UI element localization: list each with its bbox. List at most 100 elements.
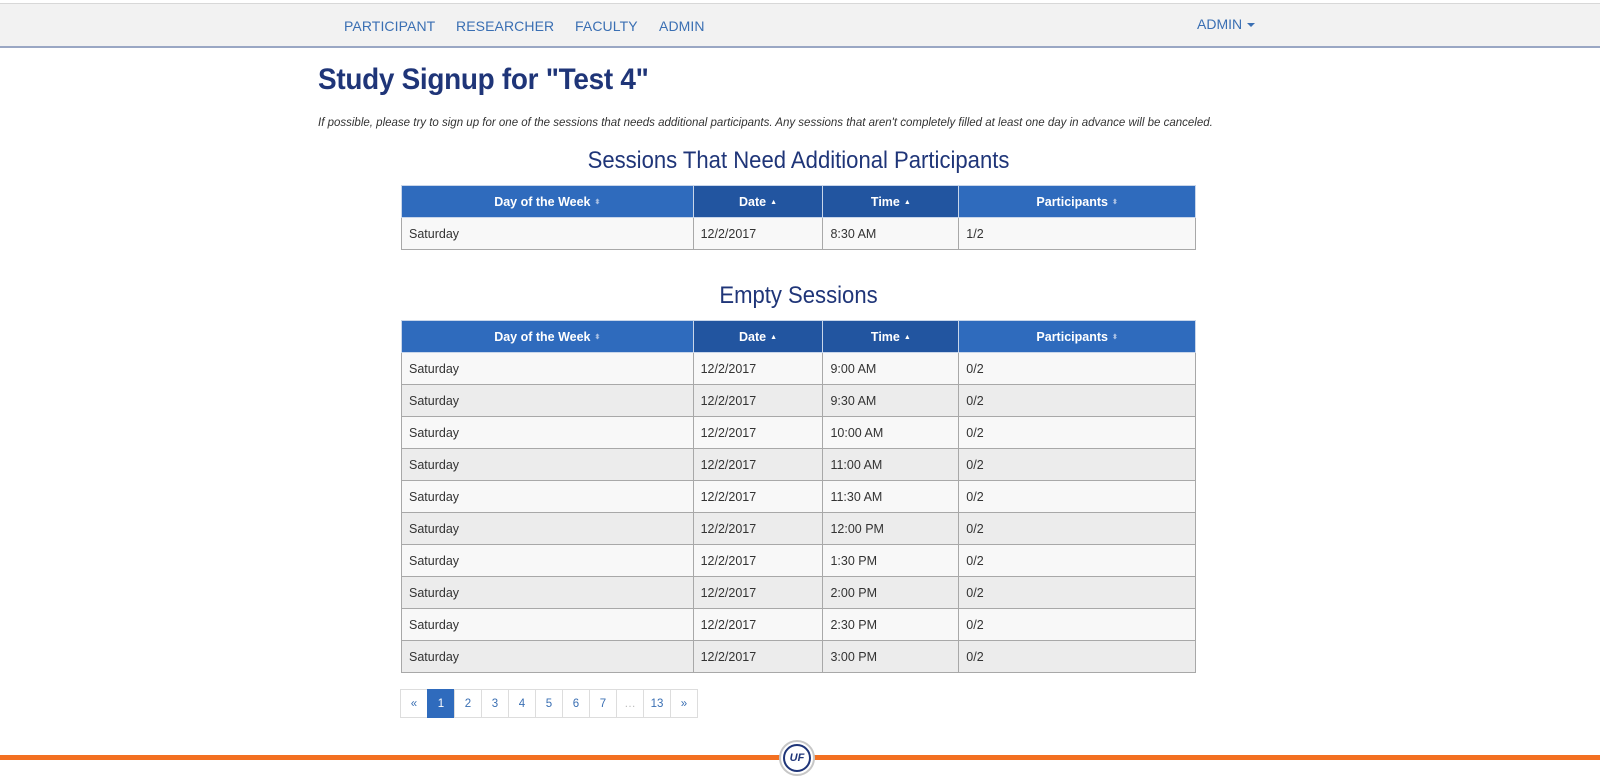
uf-logo: UF — [779, 740, 815, 776]
nav-participant[interactable]: PARTICIPANT — [344, 18, 435, 34]
table-cell: Saturday — [401, 640, 694, 673]
table-cell: Saturday — [401, 217, 694, 250]
table-cell: 0/2 — [958, 640, 1196, 673]
table-cell: 12/2/2017 — [692, 416, 824, 449]
table-cell: 1:30 PM — [822, 544, 960, 577]
user-menu-dropdown[interactable]: ADMIN — [1197, 16, 1256, 32]
table-row[interactable]: Saturday 12/2/2017 3:00 PM 0/2 — [401, 640, 1196, 673]
table-cell: 1/2 — [958, 217, 1196, 250]
empty-sessions-table: Day of the Week ⬍ Date ▲ Time ▲ Participants ⬍ S… — [401, 320, 1196, 673]
table-cell: 12/2/2017 — [692, 576, 824, 609]
table-cell: 12/2/2017 — [692, 640, 824, 673]
table-cell: 12/2/2017 — [692, 448, 824, 481]
table-cell: 0/2 — [958, 544, 1196, 577]
table-row[interactable]: Saturday 12/2/2017 10:00 AM 0/2 — [401, 416, 1196, 449]
table-row[interactable]: Saturday 12/2/2017 12:00 PM 0/2 — [401, 512, 1196, 545]
need-participants-table: Day of the Week ⬍ Date ▲ Time ▲ Participants ⬍ S… — [401, 185, 1196, 250]
pagination-ellipsis: … — [616, 689, 644, 718]
page-button[interactable]: 3 — [481, 689, 509, 718]
column-header[interactable]: Time ▲ — [822, 320, 960, 353]
table-cell: Saturday — [401, 480, 694, 513]
column-header[interactable]: Participants ⬍ — [958, 185, 1196, 218]
table-cell: 2:30 PM — [822, 608, 960, 641]
nav-faculty[interactable]: FACULTY — [575, 18, 638, 34]
table-row[interactable]: Saturday 12/2/2017 8:30 AM 1/2 — [401, 217, 1196, 250]
table-cell: Saturday — [401, 416, 694, 449]
table-cell: Saturday — [401, 512, 694, 545]
user-menu-label: ADMIN — [1197, 16, 1243, 32]
column-header[interactable]: Participants ⬍ — [958, 320, 1196, 353]
need-participants-title: Sessions That Need Additional Participan… — [587, 147, 1010, 174]
table-cell: 2:00 PM — [822, 576, 960, 609]
column-header-label: Date — [739, 194, 767, 209]
table-row[interactable]: Saturday 12/2/2017 1:30 PM 0/2 — [401, 544, 1196, 577]
table-row[interactable]: Saturday 12/2/2017 9:00 AM 0/2 — [401, 352, 1196, 385]
column-header[interactable]: Day of the Week ⬍ — [401, 185, 694, 218]
table-cell: 0/2 — [958, 416, 1196, 449]
empty-sessions-title: Empty Sessions — [719, 282, 878, 309]
table-cell: 0/2 — [958, 448, 1196, 481]
caret-down-icon — [1247, 23, 1256, 28]
table-cell: Saturday — [401, 576, 694, 609]
next-page-button[interactable]: » — [670, 689, 698, 718]
table-row[interactable]: Saturday 12/2/2017 9:30 AM 0/2 — [401, 384, 1196, 417]
table-cell: 12:00 PM — [822, 512, 960, 545]
table-cell: 12/2/2017 — [692, 352, 824, 385]
prev-page-button[interactable]: « — [400, 689, 428, 718]
page-button[interactable]: 2 — [454, 689, 482, 718]
sort-ascending-icon: ▲ — [770, 333, 778, 341]
column-header[interactable]: Date ▲ — [692, 185, 824, 218]
nav-admin[interactable]: ADMIN — [659, 18, 705, 34]
sort-icon: ⬍ — [594, 333, 601, 341]
table-cell: Saturday — [401, 448, 694, 481]
table-cell: 0/2 — [958, 480, 1196, 513]
column-header-label: Participants — [1036, 194, 1108, 209]
column-header-label: Day of the Week — [494, 329, 591, 344]
table-cell: 11:30 AM — [822, 480, 960, 513]
sort-ascending-icon: ▲ — [770, 198, 778, 206]
table-cell: 3:00 PM — [822, 640, 960, 673]
column-header-label: Participants — [1036, 329, 1108, 344]
table-cell: 12/2/2017 — [692, 608, 824, 641]
table-cell: 12/2/2017 — [692, 217, 824, 250]
column-header[interactable]: Day of the Week ⬍ — [401, 320, 694, 353]
page-button[interactable]: 5 — [535, 689, 563, 718]
uf-logo-text: UF — [783, 744, 811, 772]
table-row[interactable]: Saturday 12/2/2017 11:00 AM 0/2 — [401, 448, 1196, 481]
table-cell: 12/2/2017 — [692, 480, 824, 513]
table-cell: 10:00 AM — [822, 416, 960, 449]
nav-researcher[interactable]: RESEARCHER — [456, 18, 554, 34]
sort-ascending-icon: ▲ — [903, 333, 911, 341]
table-cell: 0/2 — [958, 576, 1196, 609]
column-header-label: Date — [739, 329, 767, 344]
table-row[interactable]: Saturday 12/2/2017 2:30 PM 0/2 — [401, 608, 1196, 641]
page-button[interactable]: 13 — [643, 689, 671, 718]
pagination: «1 2 3 4 5 6 7… 13» — [400, 689, 698, 718]
column-header[interactable]: Date ▲ — [692, 320, 824, 353]
sort-ascending-icon: ▲ — [903, 198, 911, 206]
top-navbar: PARTICIPANT RESEARCHER FACULTY ADMIN ADM… — [0, 3, 1600, 48]
page-button[interactable]: 4 — [508, 689, 536, 718]
table-cell: 0/2 — [958, 384, 1196, 417]
table-cell: 8:30 AM — [822, 217, 960, 250]
table-cell: 0/2 — [958, 512, 1196, 545]
table-cell: 9:00 AM — [822, 352, 960, 385]
table-cell: 0/2 — [958, 608, 1196, 641]
page-button[interactable]: 1 — [427, 689, 455, 718]
column-header[interactable]: Time ▲ — [822, 185, 960, 218]
table-cell: Saturday — [401, 608, 694, 641]
table-row[interactable]: Saturday 12/2/2017 2:00 PM 0/2 — [401, 576, 1196, 609]
table-cell: Saturday — [401, 544, 694, 577]
intro-text: If possible, please try to sign up for o… — [318, 117, 1213, 129]
page-button[interactable]: 6 — [562, 689, 590, 718]
page-title: Study Signup for "Test 4" — [318, 63, 649, 96]
page-button[interactable]: 7 — [589, 689, 617, 718]
column-header-label: Time — [870, 329, 900, 344]
table-cell: Saturday — [401, 352, 694, 385]
table-cell: 9:30 AM — [822, 384, 960, 417]
table-cell: 11:00 AM — [822, 448, 960, 481]
sort-icon: ⬍ — [594, 198, 601, 206]
column-header-label: Time — [870, 194, 900, 209]
table-cell: 0/2 — [958, 352, 1196, 385]
table-row[interactable]: Saturday 12/2/2017 11:30 AM 0/2 — [401, 480, 1196, 513]
